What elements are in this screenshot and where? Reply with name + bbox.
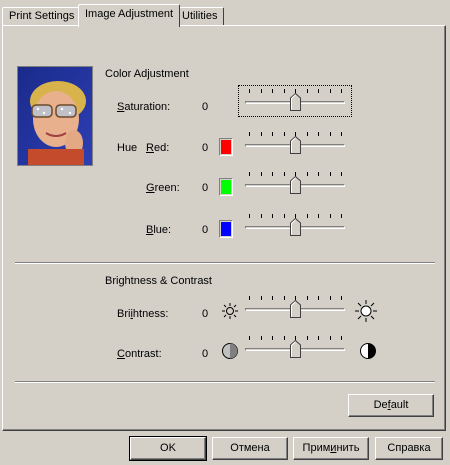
slider-tick bbox=[341, 132, 342, 136]
green-slider[interactable] bbox=[243, 172, 347, 196]
ok-button[interactable]: OK bbox=[129, 436, 207, 461]
slider-tick bbox=[283, 336, 285, 340]
slider-tick bbox=[318, 336, 319, 340]
slider-thumb[interactable] bbox=[290, 217, 301, 236]
slider-tick bbox=[272, 336, 273, 340]
color-adjustment-heading: Color Adjustment bbox=[105, 68, 189, 80]
slider-tick bbox=[318, 214, 319, 218]
slider-tick bbox=[272, 89, 273, 93]
tab-print-settings[interactable]: Print Settings bbox=[2, 7, 82, 26]
slider-tick bbox=[318, 132, 319, 136]
slider-tick bbox=[329, 336, 331, 340]
slider-tick bbox=[306, 132, 308, 136]
dim-sun-icon bbox=[221, 302, 239, 323]
section-divider bbox=[15, 262, 435, 264]
slider-tick bbox=[249, 132, 250, 136]
slider-tick bbox=[306, 296, 308, 300]
slider-tick bbox=[329, 89, 331, 93]
slider-tick bbox=[329, 296, 331, 300]
slider-tick bbox=[249, 214, 250, 218]
bright-sun-icon bbox=[355, 300, 377, 325]
slider-tick bbox=[306, 336, 308, 340]
slider-thumb[interactable] bbox=[290, 92, 301, 111]
default-button[interactable]: Default bbox=[348, 394, 434, 417]
slider-tick bbox=[341, 296, 342, 300]
slider-tick bbox=[306, 172, 308, 176]
high-contrast-icon bbox=[359, 342, 377, 363]
slider-tick bbox=[260, 214, 262, 218]
slider-tick bbox=[249, 172, 250, 176]
red-swatch bbox=[219, 138, 233, 156]
blue-slider[interactable] bbox=[243, 214, 347, 238]
green-swatch bbox=[219, 178, 233, 196]
cancel-button[interactable]: Отмена bbox=[212, 437, 288, 460]
slider-thumb[interactable] bbox=[290, 175, 301, 194]
slider-tick bbox=[318, 89, 319, 93]
contrast-value: 0 bbox=[202, 348, 209, 360]
slider-tick bbox=[249, 89, 250, 93]
blue-label: Blue: bbox=[146, 224, 172, 236]
contrast-label: Contrast: bbox=[117, 348, 162, 360]
preview-image bbox=[17, 66, 93, 166]
low-contrast-icon bbox=[221, 342, 239, 363]
slider-tick bbox=[318, 172, 319, 176]
hue-label: Hue bbox=[117, 142, 138, 154]
bottom-divider bbox=[15, 381, 435, 383]
slider-tick bbox=[260, 296, 262, 300]
red-value: 0 bbox=[202, 142, 209, 154]
saturation-label: Saturation: bbox=[117, 101, 171, 113]
slider-thumb[interactable] bbox=[290, 299, 301, 318]
slider-tick bbox=[283, 214, 285, 218]
slider-tick bbox=[260, 132, 262, 136]
slider-tick bbox=[306, 89, 308, 93]
slider-tick bbox=[260, 172, 262, 176]
slider-tick bbox=[272, 214, 273, 218]
apply-button[interactable]: Приминить bbox=[293, 437, 369, 460]
blue-swatch bbox=[219, 220, 233, 238]
slider-tick bbox=[329, 132, 331, 136]
slider-tick bbox=[341, 89, 342, 93]
slider-tick bbox=[329, 214, 331, 218]
slider-tick bbox=[283, 89, 285, 93]
slider-tick bbox=[260, 336, 262, 340]
brightness-value: 0 bbox=[202, 308, 209, 320]
saturation-value: 0 bbox=[202, 101, 209, 113]
help-button[interactable]: Справка bbox=[375, 437, 443, 460]
slider-tick bbox=[249, 296, 250, 300]
red-label: Red: bbox=[146, 142, 170, 154]
slider-tick bbox=[272, 172, 273, 176]
slider-tick bbox=[306, 214, 308, 218]
contrast-slider[interactable] bbox=[243, 336, 347, 360]
slider-tick bbox=[260, 89, 262, 93]
tab-image-adjustment[interactable]: Image Adjustment bbox=[78, 4, 181, 27]
tab-utilities[interactable]: Utilities bbox=[175, 7, 225, 26]
red-slider[interactable] bbox=[243, 132, 347, 156]
slider-tick bbox=[272, 296, 273, 300]
green-value: 0 bbox=[202, 182, 209, 194]
slider-tick bbox=[341, 172, 342, 176]
slider-tick bbox=[341, 214, 342, 218]
slider-tick bbox=[272, 132, 273, 136]
slider-tick bbox=[249, 336, 250, 340]
slider-tick bbox=[318, 296, 319, 300]
slider-tick bbox=[283, 172, 285, 176]
tab-panel: Color Adjustment Saturation: 0 Hue Red: … bbox=[2, 25, 446, 431]
slider-tick bbox=[283, 296, 285, 300]
brightness-contrast-heading: Brightness & Contrast bbox=[105, 275, 212, 287]
blue-value: 0 bbox=[202, 224, 209, 236]
slider-tick bbox=[329, 172, 331, 176]
slider-tick bbox=[283, 132, 285, 136]
brightness-label: Briihtness: bbox=[117, 308, 169, 320]
brightness-slider[interactable] bbox=[243, 296, 347, 320]
slider-thumb[interactable] bbox=[290, 135, 301, 154]
green-label: Green: bbox=[146, 182, 180, 194]
saturation-slider[interactable] bbox=[243, 89, 347, 113]
slider-thumb[interactable] bbox=[290, 339, 301, 358]
slider-tick bbox=[341, 336, 342, 340]
